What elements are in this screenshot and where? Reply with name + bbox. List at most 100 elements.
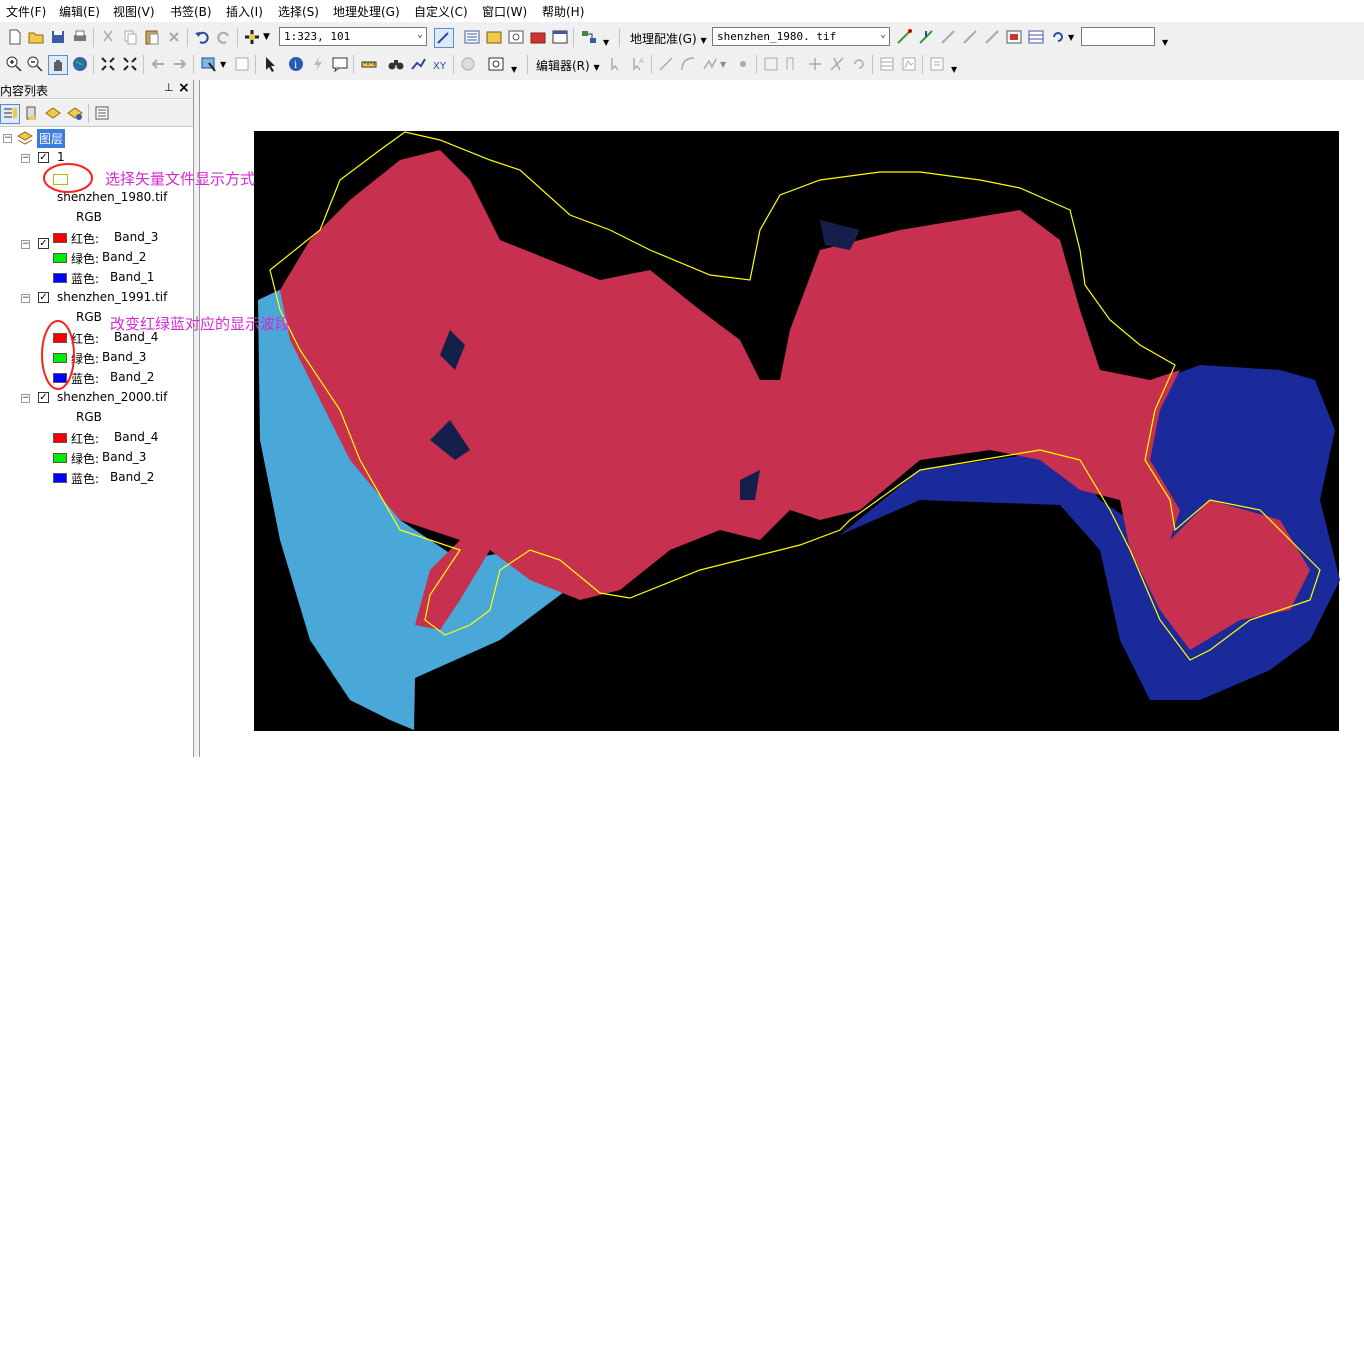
point-icon[interactable] <box>734 55 752 73</box>
reshape-icon[interactable] <box>784 55 802 73</box>
georeferencing-menu[interactable]: 地理配准(G) ▼ <box>630 30 707 47</box>
toolbar-grip-icon[interactable]: ▼ <box>511 65 518 74</box>
toolbar-grip-icon[interactable]: ▼ <box>603 38 610 47</box>
chevron-down-icon[interactable]: ▼ <box>220 60 226 69</box>
identify-icon[interactable]: i <box>287 55 305 73</box>
pin-icon[interactable]: ⊥ <box>164 81 174 94</box>
python-window-icon[interactable] <box>551 28 569 46</box>
redo-icon[interactable] <box>215 28 233 46</box>
full-extent-globe-icon[interactable] <box>71 55 89 73</box>
html-popup-icon[interactable] <box>331 55 349 73</box>
menu-windows[interactable]: 窗口(W) <box>482 3 527 20</box>
layers-root-label[interactable]: 图层 <box>37 129 66 148</box>
red-channel-swatch[interactable] <box>53 433 67 443</box>
chevron-down-icon[interactable]: ▼ <box>263 32 270 42</box>
hyperlink-lightning-icon[interactable] <box>309 55 327 73</box>
split-icon[interactable] <box>828 55 846 73</box>
pan-hand-icon[interactable] <box>48 55 68 75</box>
arctoolbox-icon[interactable] <box>529 28 547 46</box>
toolbar-grip-icon[interactable]: ▼ <box>951 65 958 74</box>
go-to-xy-icon[interactable]: XY <box>431 55 449 73</box>
list-by-visibility-icon[interactable] <box>44 104 62 122</box>
chevron-down-icon[interactable]: ▼ <box>1068 33 1074 42</box>
edit-annotation-icon[interactable]: A <box>629 55 647 73</box>
undo-icon[interactable] <box>193 28 211 46</box>
attributes-icon[interactable] <box>878 55 896 73</box>
collapse-icon[interactable]: − <box>21 294 30 303</box>
model-builder-icon[interactable] <box>580 28 598 46</box>
editor-toolbar-toggle-icon[interactable] <box>434 28 454 48</box>
scale-combo[interactable]: 1:323, 101 ⌄ <box>279 27 427 46</box>
red-channel-swatch[interactable] <box>53 233 67 243</box>
delete-icon[interactable] <box>165 28 183 46</box>
measure-icon[interactable] <box>360 55 378 73</box>
rotate-icon[interactable] <box>1049 28 1067 46</box>
delete-link-icon[interactable] <box>983 28 1001 46</box>
rotate-angle-input[interactable] <box>1081 27 1155 46</box>
open-folder-icon[interactable] <box>27 28 45 46</box>
add-data-icon[interactable] <box>243 28 261 46</box>
copy-icon[interactable] <box>121 28 139 46</box>
chevron-down-icon[interactable]: ▼ <box>720 60 726 69</box>
blue-channel-swatch[interactable] <box>53 473 67 483</box>
zoom-to-link-icon[interactable] <box>961 28 979 46</box>
select-features-icon[interactable] <box>200 55 218 73</box>
menu-geoprocessing[interactable]: 地理处理(G) <box>333 3 400 20</box>
menu-bookmarks[interactable]: 书签(B) <box>170 3 212 20</box>
time-slider-icon[interactable] <box>459 55 477 73</box>
blue-channel-swatch[interactable] <box>53 273 67 283</box>
edit-vertices-icon[interactable] <box>762 55 780 73</box>
layer-visibility-checkbox[interactable]: ✓ <box>38 292 49 303</box>
list-by-drawing-order-icon[interactable] <box>0 104 20 124</box>
green-channel-swatch[interactable] <box>53 253 67 263</box>
menu-selection[interactable]: 选择(S) <box>278 3 319 20</box>
paste-icon[interactable] <box>143 28 161 46</box>
collapse-icon[interactable]: − <box>3 134 12 143</box>
georef-layer-combo[interactable]: shenzhen_1980. tif ⌄ <box>712 27 890 46</box>
menu-view[interactable]: 视图(V) <box>113 3 155 20</box>
menu-edit[interactable]: 编辑(E) <box>59 3 100 20</box>
menu-file[interactable]: 文件(F) <box>6 3 46 20</box>
layer-visibility-checkbox[interactable]: ✓ <box>38 238 49 249</box>
close-icon[interactable]: × <box>178 80 190 96</box>
create-features-icon[interactable] <box>928 55 946 73</box>
menu-help[interactable]: 帮助(H) <box>542 3 584 20</box>
clear-selection-icon[interactable] <box>233 55 251 73</box>
zoom-out-icon[interactable] <box>26 55 44 73</box>
list-by-selection-icon[interactable] <box>66 104 84 122</box>
toolbar-grip-icon[interactable]: ▼ <box>1162 38 1169 47</box>
find-binoculars-icon[interactable] <box>387 55 405 73</box>
find-route-icon[interactable] <box>409 55 427 73</box>
fixed-zoom-out-icon[interactable] <box>121 55 139 73</box>
cut-icon[interactable] <box>99 28 117 46</box>
collapse-icon[interactable]: − <box>21 240 30 249</box>
endpoint-arc-icon[interactable] <box>679 55 697 73</box>
select-link-icon[interactable] <box>939 28 957 46</box>
collapse-icon[interactable]: − <box>21 154 30 163</box>
catalog-icon[interactable] <box>485 28 503 46</box>
back-arrow-icon[interactable] <box>149 55 167 73</box>
layer-name[interactable]: shenzhen_1991.tif <box>57 290 167 304</box>
satellite-image-map[interactable] <box>200 80 1364 757</box>
list-by-source-icon[interactable] <box>22 104 40 122</box>
link-table-icon[interactable] <box>1027 28 1045 46</box>
layer-name[interactable]: shenzhen_2000.tif <box>57 390 167 404</box>
new-document-icon[interactable] <box>6 28 24 46</box>
fixed-zoom-in-icon[interactable] <box>99 55 117 73</box>
options-icon[interactable] <box>93 104 111 122</box>
collapse-icon[interactable]: − <box>21 394 30 403</box>
add-control-points-icon[interactable] <box>895 28 913 46</box>
layer-visibility-checkbox[interactable]: ✓ <box>38 392 49 403</box>
auto-registration-icon[interactable] <box>917 28 935 46</box>
cut-polygons-icon[interactable] <box>806 55 824 73</box>
editor-menu[interactable]: 编辑器(R) ▼ <box>536 57 600 74</box>
menu-customize[interactable]: 自定义(C) <box>414 3 468 20</box>
toc-window-icon[interactable] <box>463 28 481 46</box>
green-channel-swatch[interactable] <box>53 453 67 463</box>
map-view[interactable] <box>199 80 1364 757</box>
edit-tool-icon[interactable] <box>607 55 625 73</box>
save-icon[interactable] <box>49 28 67 46</box>
forward-arrow-icon[interactable] <box>171 55 189 73</box>
zoom-in-icon[interactable] <box>5 55 23 73</box>
create-viewer-window-icon[interactable] <box>487 55 505 73</box>
